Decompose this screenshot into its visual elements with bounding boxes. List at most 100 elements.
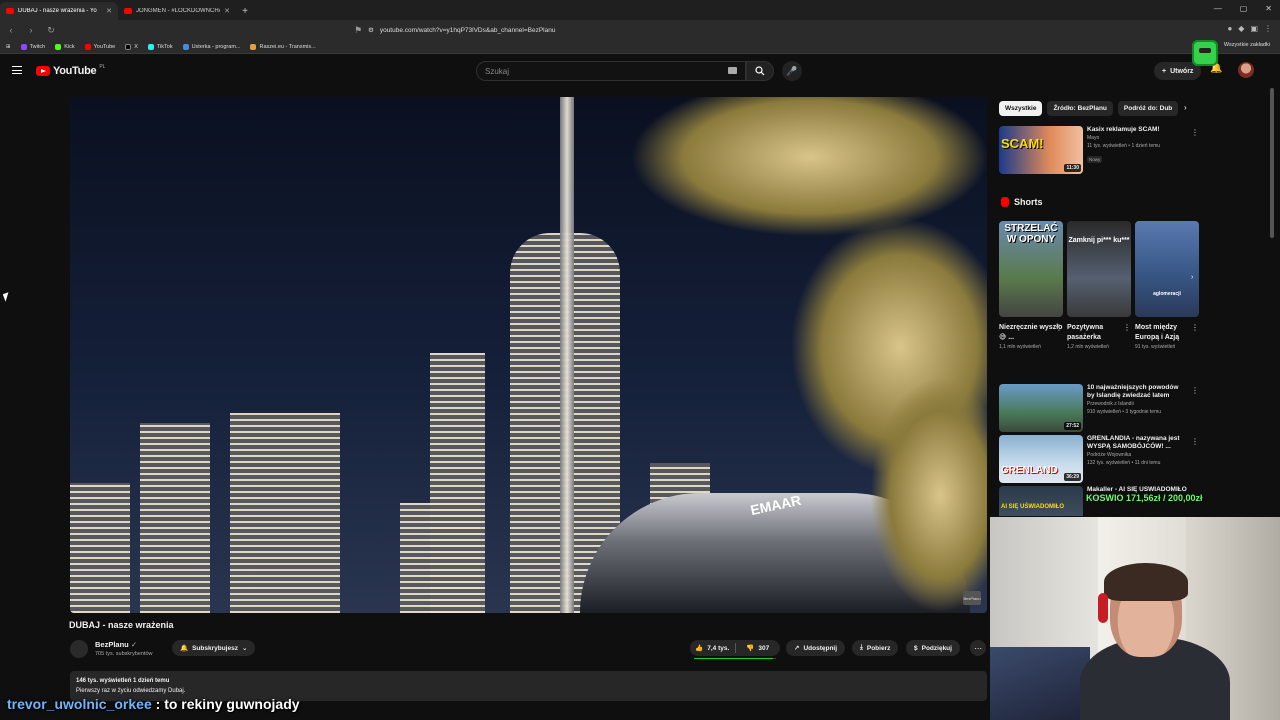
- view-count: 146 tys. wyświetleń 1 dzień temu: [76, 678, 170, 684]
- rec-title: Kasix reklamuje SCAM!: [1087, 126, 1160, 133]
- subscribe-button[interactable]: 🔔 Subskrybujesz ⌄: [172, 640, 256, 656]
- channel-name[interactable]: BezPlanu ✓: [95, 640, 137, 649]
- back-icon[interactable]: ‹: [6, 25, 16, 35]
- chevron-down-icon: ⌄: [241, 645, 248, 652]
- chevron-right-icon[interactable]: ›: [1191, 274, 1193, 281]
- chip-travel[interactable]: Podróż do: Dub: [1117, 101, 1179, 116]
- bookmark-icon[interactable]: ⚑: [353, 25, 363, 36]
- globe-icon: [250, 43, 257, 50]
- bookmark-x[interactable]: X: [125, 43, 138, 50]
- youtube-logo[interactable]: YouTube PL: [36, 64, 105, 77]
- all-bookmarks[interactable]: Wszystkie zakładki: [1224, 42, 1270, 48]
- search-input[interactable]: Szukaj: [476, 61, 746, 81]
- donation-goal-overlay: KOSWIO 171,56zł / 200,00zł: [1086, 493, 1203, 503]
- headset-icon: [1098, 593, 1108, 623]
- more-actions-button[interactable]: ⋯: [970, 640, 986, 656]
- youtube-favicon-icon: [6, 8, 14, 14]
- short-title: Most między Europą i Azją: [1135, 324, 1180, 341]
- chip-all[interactable]: Wszystkie: [999, 101, 1043, 116]
- short-thumbnail[interactable]: Zamknij pi*** ku***: [1067, 221, 1131, 317]
- tiktok-icon: [147, 43, 154, 50]
- overlay-mascot-icon: [1192, 40, 1218, 66]
- youtube-icon: [84, 43, 91, 50]
- close-icon[interactable]: ✕: [224, 7, 230, 15]
- close-icon[interactable]: ✕: [106, 7, 112, 15]
- tab-label: JONGMEN - #LOCKDOWNCHALLEN: [136, 8, 220, 14]
- maximize-icon[interactable]: ▢: [1240, 4, 1248, 13]
- more-vert-icon[interactable]: ⋮: [1055, 323, 1063, 332]
- rec-info: 10 najważniejszych powodów by Islandię z…: [1087, 384, 1187, 416]
- account-avatar[interactable]: [1238, 62, 1254, 78]
- more-vert-icon[interactable]: ⋮: [1191, 128, 1199, 137]
- building: [70, 483, 130, 613]
- forward-icon[interactable]: ›: [26, 25, 36, 35]
- short-info: Niezręcznie wyszło 😅 ... 1,1 mln wyświet…: [999, 323, 1063, 351]
- recommendation-item[interactable]: 27:52 10 najważniejszych powodów by Isla…: [999, 384, 1199, 432]
- close-window-icon[interactable]: ✕: [1265, 4, 1272, 13]
- shorts-heading: Shorts: [1001, 197, 1043, 207]
- video-thumbnail: AI SIĘ UŚWIADOMIŁO: [999, 486, 1083, 516]
- bookmark-twitch[interactable]: Twitch: [20, 43, 45, 50]
- menu-icon[interactable]: ⋮: [1264, 24, 1272, 33]
- building: [230, 413, 340, 613]
- like-button[interactable]: 👍 7,4 tys.: [690, 644, 735, 653]
- browser-tab-active[interactable]: DUBAJ - nasze wrażenia - Yo ✕: [0, 2, 118, 20]
- more-vert-icon[interactable]: ⋮: [1191, 386, 1199, 395]
- share-button[interactable]: ↗ Udostępnij: [786, 640, 846, 656]
- bookmark-kick[interactable]: Kick: [55, 43, 75, 50]
- rec-meta: 11 tys. wyświetleń • 1 dzień temu: [1087, 143, 1161, 149]
- hamburger-menu-icon[interactable]: [12, 66, 22, 74]
- chip-source[interactable]: Źródło: BezPlanu: [1047, 101, 1113, 116]
- duration-badge: 27:52: [1064, 422, 1081, 430]
- extension-icon[interactable]: ▣: [1250, 24, 1258, 33]
- recommendation-item[interactable]: SCAM! 11:30 Kasix reklamuje SCAM! Mayo 1…: [999, 126, 1199, 174]
- bell-icon: 🔔: [180, 645, 189, 652]
- thumbs-down-icon: 👎: [746, 645, 755, 652]
- extension-icon[interactable]: ◆: [1238, 24, 1244, 33]
- voice-search-button[interactable]: 🎤: [782, 61, 802, 81]
- minimize-icon[interactable]: —: [1214, 4, 1222, 13]
- download-button[interactable]: ⤓ Pobierz: [852, 640, 899, 656]
- rec-channel: Mayo: [1087, 135, 1100, 141]
- bookmark-tiktok[interactable]: TikTok: [147, 43, 173, 50]
- reload-icon[interactable]: ↻: [46, 25, 56, 36]
- site-info-icon[interactable]: ⚙: [368, 26, 374, 34]
- subscriber-count: 705 tys. subskrybentów: [95, 651, 153, 657]
- more-vert-icon[interactable]: ⋮: [1123, 323, 1131, 332]
- building: [140, 423, 210, 613]
- chat-message-overlay: trevor_uwolnic_orkee : to rekiny guwnoja…: [7, 696, 300, 712]
- extension-icons: ● ◆ ▣ ⋮: [1227, 24, 1272, 33]
- url-field[interactable]: ⚙ youtube.com/watch?v=y1hqP73lVDs&ab_cha…: [368, 23, 908, 37]
- bookmark-youtube[interactable]: YouTube: [84, 43, 115, 50]
- like-ratio-fill: [694, 657, 773, 659]
- bookmark-raszei[interactable]: Raszei.eu - Transmis...: [250, 43, 316, 50]
- rec-channel: Podróże Wojownika: [1087, 452, 1132, 458]
- bookmark-usterka[interactable]: Usterka - program...: [182, 43, 240, 50]
- youtube-favicon-icon: [124, 8, 132, 14]
- more-vert-icon[interactable]: ⋮: [1191, 323, 1199, 332]
- browser-tab-bar: DUBAJ - nasze wrażenia - Yo ✕ JONGMEN - …: [0, 0, 1280, 20]
- channel-avatar[interactable]: [70, 640, 88, 658]
- apps-icon[interactable]: ⊞: [6, 44, 11, 50]
- chat-username: trevor_uwolnic_orkee: [7, 696, 152, 712]
- plus-icon: +: [1162, 67, 1167, 75]
- browser-tab[interactable]: JONGMEN - #LOCKDOWNCHALLEN ✕: [118, 2, 236, 20]
- chevron-right-icon[interactable]: ›: [1184, 103, 1187, 112]
- short-thumbnail[interactable]: STRZELAĆ W OPONY: [999, 221, 1063, 317]
- thanks-button[interactable]: $ Podziękuj: [906, 640, 960, 656]
- thanks-icon: $: [914, 644, 918, 652]
- rec-info: GRENLANDIA - nazywana jest WYSPĄ SAMOBÓJ…: [1087, 435, 1187, 467]
- video-player[interactable]: EMAAR BezPlanu: [70, 97, 987, 613]
- short-info: Pozytywna pasażerka 1,2 mln wyświetleń ⋮: [1067, 323, 1131, 351]
- page-scrollbar[interactable]: [1270, 88, 1274, 238]
- keyboard-icon[interactable]: [728, 67, 737, 74]
- short-thumbnail[interactable]: aglomeracji: [1135, 221, 1199, 317]
- short-title: Pozytywna pasażerka: [1067, 324, 1104, 341]
- extension-icon[interactable]: ●: [1227, 24, 1232, 33]
- more-vert-icon[interactable]: ⋮: [1191, 437, 1199, 446]
- dislike-button[interactable]: 👎 307: [736, 644, 781, 653]
- channel-watermark[interactable]: BezPlanu: [963, 591, 981, 605]
- new-tab-button[interactable]: +: [236, 2, 254, 20]
- search-button[interactable]: [746, 61, 774, 81]
- recommendation-item[interactable]: GRENLAND 36:29 GRENLANDIA - nazywana jes…: [999, 435, 1199, 483]
